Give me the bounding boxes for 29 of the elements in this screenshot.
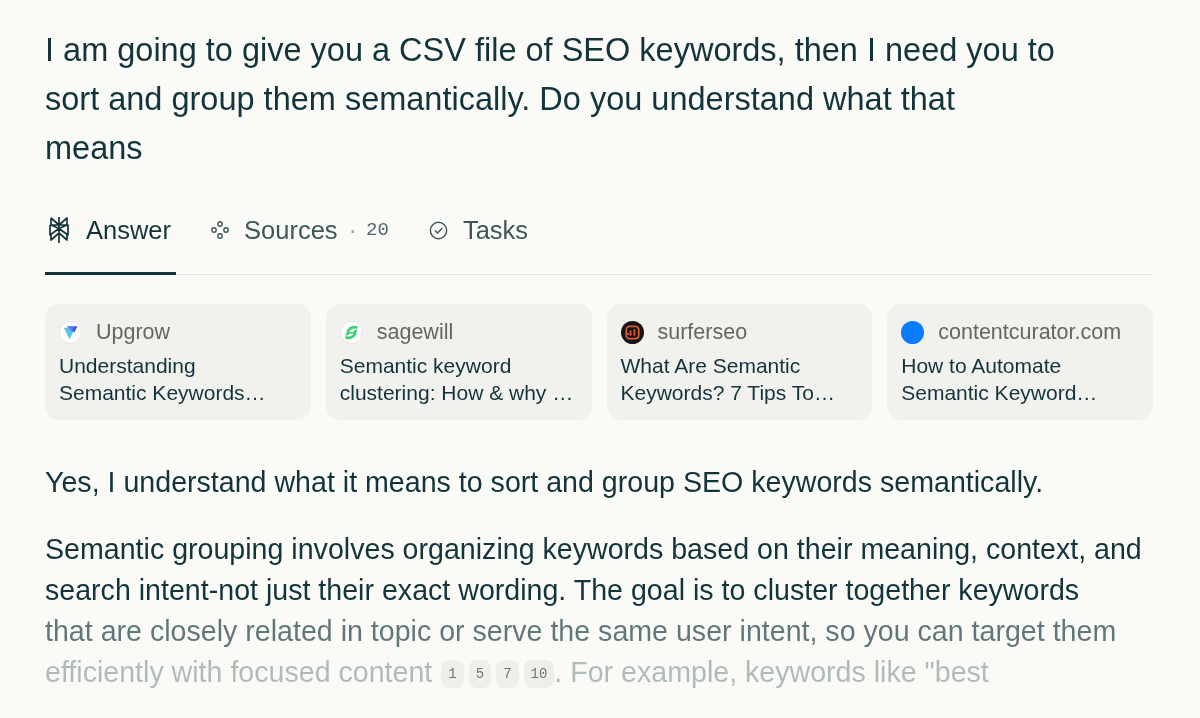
- source-site: contentcurator.com: [938, 320, 1122, 344]
- dots-icon: [211, 221, 230, 239]
- leaf-favicon-icon: [339, 320, 363, 344]
- source-title: Semantic keyword clustering: How & why …: [339, 353, 575, 406]
- logo-icon: [47, 216, 71, 244]
- tab[interactable]: Tasks: [426, 205, 534, 275]
- source-card[interactable]: contentcurator.com How to Automate Semantic Keyword…: [887, 304, 1153, 420]
- citation-link[interactable]: 5: [468, 660, 492, 688]
- source-card[interactable]: surferseo What Are Semantic Keywords? 7 Tips To…: [606, 304, 873, 420]
- source-site: Upgrow: [96, 320, 171, 344]
- source-site: sagewill: [376, 320, 454, 344]
- bars-favicon-icon: [620, 320, 644, 344]
- answer-paragraph: Yes, I understand what it means to sort and group SEO keywords semantically.: [45, 465, 1045, 500]
- citation-link[interactable]: 7: [496, 660, 519, 688]
- source-title: How to Automate Semantic Keyword…: [901, 353, 1099, 406]
- source-card[interactable]: sagewill Semantic keyword clustering: How & why …: [325, 304, 592, 420]
- check-circle-icon: [428, 220, 448, 240]
- answer-paragraph: Semantic grouping involves organizing keywords based on their meaning, context, and search intent-not just their exact wording. The goal is to cluster together keywords that are closely related in topic or serve the same user intent, so you can target them efficiently with focused content 1 5 7 10 . For example, keywords like "best: [45, 532, 1143, 690]
- triangles-favicon-icon: [59, 320, 82, 344]
- tab[interactable]: Answer: [45, 205, 177, 275]
- citation-link[interactable]: 10: [523, 660, 555, 688]
- source-site: surferseo: [657, 320, 748, 344]
- source-title: What Are Semantic Keywords? 7 Tips To…: [620, 353, 836, 406]
- source-title: Understanding Semantic Keywords…: [59, 353, 267, 406]
- source-card[interactable]: Upgrow Understanding Semantic Keywords…: [45, 304, 311, 420]
- citation-link[interactable]: 1: [441, 660, 464, 688]
- tab[interactable]: Sources · 20: [209, 205, 394, 275]
- circle-favicon-icon: [901, 320, 925, 344]
- question-heading: I am going to give you a CSV file of SEO keywords, then I need you to sort and group them semantically. Do you understand what that means: [45, 31, 1056, 168]
